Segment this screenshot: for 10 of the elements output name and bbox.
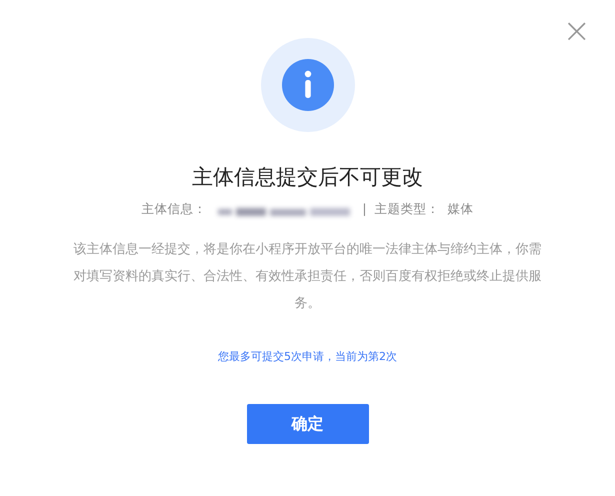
dialog-title: 主体信息提交后不可更改 [192,164,423,191]
attempts-note: 您最多可提交5次申请，当前为第2次 [218,349,397,366]
confirm-button[interactable]: 确定 [246,404,368,444]
type-value: 媒体 [448,200,474,218]
separator: | [362,200,367,218]
info-icon [260,38,354,132]
type-label: 主题类型： [374,200,440,218]
close-button[interactable]: × [558,14,595,48]
description-text: 该主体信息一经提交，将是你在小程序开放平台的唯一法律主体与缔约主体，你需对填写资料的真实行、合法性、有效性承担责任，否则百度有权拒绝或终止提供服务。 [72,241,542,314]
subject-label: 主体信息： [141,200,206,218]
